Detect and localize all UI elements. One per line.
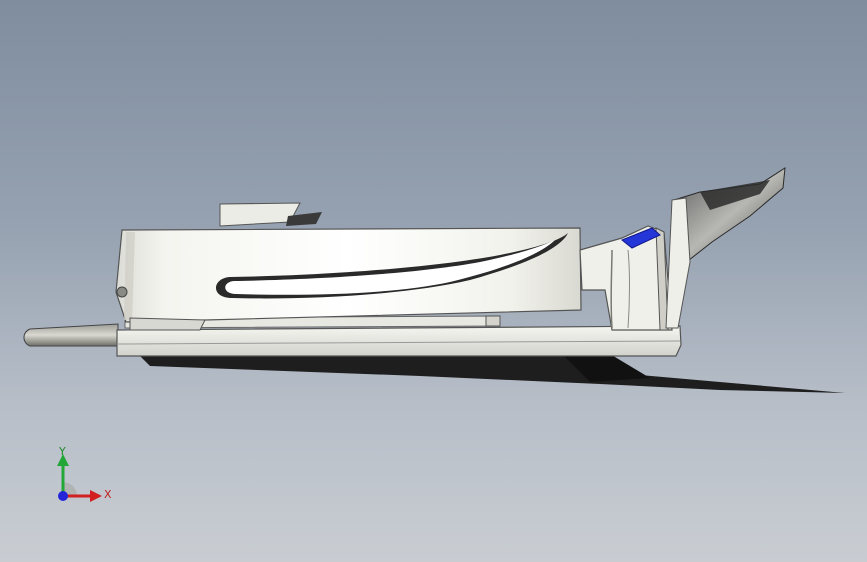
x-axis-label: X xyxy=(104,488,112,501)
rear-rod xyxy=(23,323,119,347)
x-axis-arrow xyxy=(90,490,102,502)
coordinate-triad: X Y xyxy=(44,440,124,510)
y-axis-label: Y xyxy=(59,445,66,458)
z-axis-dot xyxy=(58,491,68,501)
model-shadow xyxy=(140,352,845,393)
graphics-viewport[interactable]: X Y xyxy=(0,0,867,562)
cad-model[interactable] xyxy=(0,0,867,562)
rear-wing xyxy=(673,167,786,265)
